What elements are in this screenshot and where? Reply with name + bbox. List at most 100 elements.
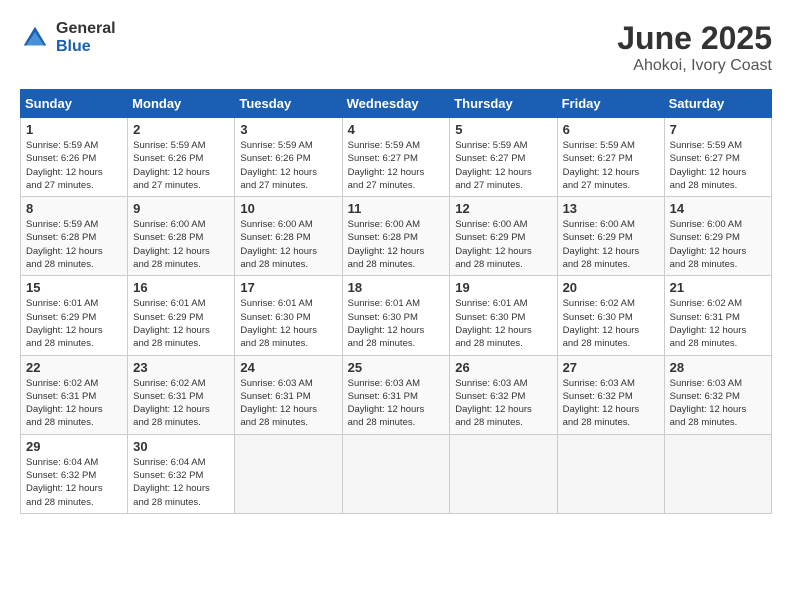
- calendar-cell: 14 Sunrise: 6:00 AM Sunset: 6:29 PM Dayli…: [664, 197, 771, 276]
- day-info: Sunrise: 6:03 AM Sunset: 6:32 PM Dayligh…: [455, 377, 551, 430]
- day-number: 8: [26, 201, 122, 216]
- calendar-week-row: 29 Sunrise: 6:04 AM Sunset: 6:32 PM Dayli…: [21, 434, 772, 513]
- calendar-cell: 7 Sunrise: 5:59 AM Sunset: 6:27 PM Daylig…: [664, 118, 771, 197]
- day-number: 27: [563, 360, 659, 375]
- calendar-cell: 13 Sunrise: 6:00 AM Sunset: 6:29 PM Dayli…: [557, 197, 664, 276]
- day-number: 22: [26, 360, 122, 375]
- calendar-cell: 21 Sunrise: 6:02 AM Sunset: 6:31 PM Dayli…: [664, 276, 771, 355]
- day-info: Sunrise: 6:02 AM Sunset: 6:31 PM Dayligh…: [670, 297, 766, 350]
- calendar-week-row: 15 Sunrise: 6:01 AM Sunset: 6:29 PM Dayli…: [21, 276, 772, 355]
- page: General Blue June 2025 Ahokoi, Ivory Coa…: [0, 0, 792, 612]
- day-number: 30: [133, 439, 229, 454]
- day-info: Sunrise: 5:59 AM Sunset: 6:26 PM Dayligh…: [133, 139, 229, 192]
- day-info: Sunrise: 6:04 AM Sunset: 6:32 PM Dayligh…: [26, 456, 122, 509]
- day-number: 15: [26, 280, 122, 295]
- day-number: 29: [26, 439, 122, 454]
- calendar-week-row: 22 Sunrise: 6:02 AM Sunset: 6:31 PM Dayli…: [21, 355, 772, 434]
- calendar-cell: 22 Sunrise: 6:02 AM Sunset: 6:31 PM Dayli…: [21, 355, 128, 434]
- day-info: Sunrise: 6:03 AM Sunset: 6:32 PM Dayligh…: [670, 377, 766, 430]
- logo-general: General: [56, 20, 116, 38]
- weekday-header: Saturday: [664, 90, 771, 118]
- calendar-cell: [235, 434, 342, 513]
- day-info: Sunrise: 5:59 AM Sunset: 6:27 PM Dayligh…: [670, 139, 766, 192]
- day-number: 2: [133, 122, 229, 137]
- calendar-cell: 26Sunrise: 6:03 AM Sunset: 6:32 PM Dayli…: [450, 355, 557, 434]
- day-number: 19: [455, 280, 551, 295]
- day-info: Sunrise: 6:00 AM Sunset: 6:28 PM Dayligh…: [240, 218, 336, 271]
- day-number: 14: [670, 201, 766, 216]
- calendar-cell: 25 Sunrise: 6:03 AM Sunset: 6:31 PM Dayli…: [342, 355, 450, 434]
- day-info: Sunrise: 6:01 AM Sunset: 6:29 PM Dayligh…: [133, 297, 229, 350]
- day-info: Sunrise: 6:00 AM Sunset: 6:29 PM Dayligh…: [563, 218, 659, 271]
- day-info: Sunrise: 6:00 AM Sunset: 6:28 PM Dayligh…: [348, 218, 445, 271]
- calendar-cell: 3Sunrise: 5:59 AM Sunset: 6:26 PM Daylig…: [235, 118, 342, 197]
- calendar-cell: 30 Sunrise: 6:04 AM Sunset: 6:32 PM Dayli…: [128, 434, 235, 513]
- weekday-header: Monday: [128, 90, 235, 118]
- weekday-header: Sunday: [21, 90, 128, 118]
- day-info: Sunrise: 6:00 AM Sunset: 6:28 PM Dayligh…: [133, 218, 229, 271]
- calendar-cell: 5Sunrise: 5:59 AM Sunset: 6:27 PM Daylig…: [450, 118, 557, 197]
- day-number: 7: [670, 122, 766, 137]
- day-number: 4: [348, 122, 445, 137]
- day-number: 9: [133, 201, 229, 216]
- day-number: 11: [348, 201, 445, 216]
- day-number: 21: [670, 280, 766, 295]
- weekday-header: Thursday: [450, 90, 557, 118]
- day-info: Sunrise: 6:02 AM Sunset: 6:31 PM Dayligh…: [26, 377, 122, 430]
- subtitle: Ahokoi, Ivory Coast: [617, 57, 772, 75]
- logo: General Blue: [20, 20, 116, 55]
- day-number: 1: [26, 122, 122, 137]
- day-number: 20: [563, 280, 659, 295]
- day-info: Sunrise: 6:01 AM Sunset: 6:29 PM Dayligh…: [26, 297, 122, 350]
- calendar-cell: 16 Sunrise: 6:01 AM Sunset: 6:29 PM Dayli…: [128, 276, 235, 355]
- day-info: Sunrise: 6:04 AM Sunset: 6:32 PM Dayligh…: [133, 456, 229, 509]
- day-info: Sunrise: 5:59 AM Sunset: 6:27 PM Dayligh…: [348, 139, 445, 192]
- day-info: Sunrise: 6:00 AM Sunset: 6:29 PM Dayligh…: [670, 218, 766, 271]
- day-number: 17: [240, 280, 336, 295]
- calendar: SundayMondayTuesdayWednesdayThursdayFrid…: [20, 89, 772, 514]
- calendar-cell: 24 Sunrise: 6:03 AM Sunset: 6:31 PM Dayli…: [235, 355, 342, 434]
- title-block: June 2025 Ahokoi, Ivory Coast: [617, 20, 772, 75]
- day-number: 13: [563, 201, 659, 216]
- calendar-cell: 11 Sunrise: 6:00 AM Sunset: 6:28 PM Dayli…: [342, 197, 450, 276]
- day-number: 24: [240, 360, 336, 375]
- day-info: Sunrise: 6:01 AM Sunset: 6:30 PM Dayligh…: [455, 297, 551, 350]
- day-info: Sunrise: 6:02 AM Sunset: 6:31 PM Dayligh…: [133, 377, 229, 430]
- main-title: June 2025: [617, 20, 772, 57]
- day-info: Sunrise: 5:59 AM Sunset: 6:26 PM Dayligh…: [240, 139, 336, 192]
- calendar-cell: [664, 434, 771, 513]
- logo-blue: Blue: [56, 38, 116, 56]
- calendar-cell: 10 Sunrise: 6:00 AM Sunset: 6:28 PM Dayli…: [235, 197, 342, 276]
- calendar-cell: 20Sunrise: 6:02 AM Sunset: 6:30 PM Dayli…: [557, 276, 664, 355]
- calendar-cell: 23Sunrise: 6:02 AM Sunset: 6:31 PM Dayli…: [128, 355, 235, 434]
- header: General Blue June 2025 Ahokoi, Ivory Coa…: [20, 20, 772, 75]
- logo-icon: [20, 23, 50, 53]
- logo-text: General Blue: [56, 20, 116, 55]
- day-number: 12: [455, 201, 551, 216]
- calendar-cell: 29 Sunrise: 6:04 AM Sunset: 6:32 PM Dayli…: [21, 434, 128, 513]
- calendar-cell: [342, 434, 450, 513]
- day-info: Sunrise: 6:03 AM Sunset: 6:31 PM Dayligh…: [240, 377, 336, 430]
- day-info: Sunrise: 6:01 AM Sunset: 6:30 PM Dayligh…: [348, 297, 445, 350]
- day-number: 10: [240, 201, 336, 216]
- day-info: Sunrise: 5:59 AM Sunset: 6:27 PM Dayligh…: [563, 139, 659, 192]
- day-number: 18: [348, 280, 445, 295]
- day-info: Sunrise: 6:03 AM Sunset: 6:32 PM Dayligh…: [563, 377, 659, 430]
- day-info: Sunrise: 5:59 AM Sunset: 6:26 PM Dayligh…: [26, 139, 122, 192]
- calendar-cell: 19 Sunrise: 6:01 AM Sunset: 6:30 PM Dayli…: [450, 276, 557, 355]
- calendar-cell: 9 Sunrise: 6:00 AM Sunset: 6:28 PM Daylig…: [128, 197, 235, 276]
- day-info: Sunrise: 6:03 AM Sunset: 6:31 PM Dayligh…: [348, 377, 445, 430]
- calendar-cell: 2 Sunrise: 5:59 AM Sunset: 6:26 PM Daylig…: [128, 118, 235, 197]
- day-info: Sunrise: 5:59 AM Sunset: 6:28 PM Dayligh…: [26, 218, 122, 271]
- weekday-header: Wednesday: [342, 90, 450, 118]
- calendar-cell: 28 Sunrise: 6:03 AM Sunset: 6:32 PM Dayli…: [664, 355, 771, 434]
- header-row: SundayMondayTuesdayWednesdayThursdayFrid…: [21, 90, 772, 118]
- calendar-cell: 1 Sunrise: 5:59 AM Sunset: 6:26 PM Daylig…: [21, 118, 128, 197]
- day-number: 25: [348, 360, 445, 375]
- day-info: Sunrise: 6:00 AM Sunset: 6:29 PM Dayligh…: [455, 218, 551, 271]
- calendar-cell: [557, 434, 664, 513]
- day-number: 16: [133, 280, 229, 295]
- calendar-cell: 17Sunrise: 6:01 AM Sunset: 6:30 PM Dayli…: [235, 276, 342, 355]
- calendar-week-row: 1 Sunrise: 5:59 AM Sunset: 6:26 PM Daylig…: [21, 118, 772, 197]
- day-number: 28: [670, 360, 766, 375]
